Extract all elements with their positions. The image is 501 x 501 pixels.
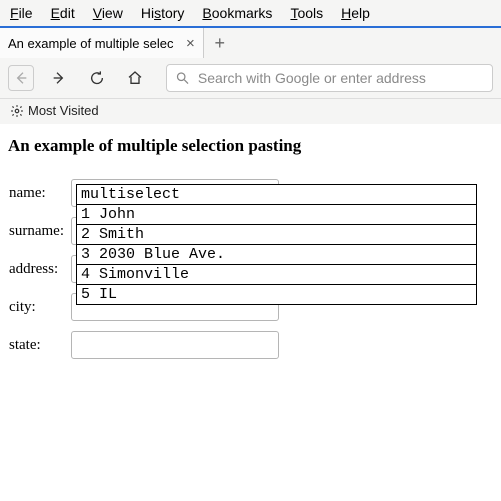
popup-header: multiselect: [77, 185, 476, 204]
menu-file[interactable]: File: [10, 5, 33, 21]
toolbar: [0, 58, 501, 99]
popup-row[interactable]: 4 Simonville: [77, 264, 476, 284]
menu-history[interactable]: History: [141, 5, 185, 21]
popup-row[interactable]: 2 Smith: [77, 224, 476, 244]
label-name: name:: [8, 178, 70, 208]
gear-icon: [10, 104, 24, 118]
tab-title: An example of multiple selec: [8, 36, 178, 51]
tab-strip: An example of multiple selec × +: [0, 26, 501, 58]
label-surname: surname:: [8, 216, 70, 246]
home-icon: [127, 70, 143, 86]
reload-button[interactable]: [84, 65, 110, 91]
arrow-right-icon: [51, 70, 67, 86]
most-visited-button[interactable]: Most Visited: [10, 103, 99, 118]
new-tab-button[interactable]: +: [204, 28, 236, 58]
back-button[interactable]: [8, 65, 34, 91]
arrow-left-icon: [13, 70, 29, 86]
most-visited-label: Most Visited: [28, 103, 99, 118]
url-bar[interactable]: [166, 64, 493, 92]
label-state: state:: [8, 330, 70, 360]
multiselect-popup: multiselect 1 John 2 Smith 3 2030 Blue A…: [76, 184, 477, 305]
menu-help[interactable]: Help: [341, 5, 370, 21]
popup-row[interactable]: 1 John: [77, 204, 476, 224]
menu-tools[interactable]: Tools: [290, 5, 323, 21]
forward-button[interactable]: [46, 65, 72, 91]
menubar: File Edit View History Bookmarks Tools H…: [0, 0, 501, 26]
menu-bookmarks[interactable]: Bookmarks: [202, 5, 272, 21]
menu-edit[interactable]: Edit: [51, 5, 75, 21]
close-icon[interactable]: ×: [186, 36, 195, 51]
plus-icon: +: [215, 33, 226, 54]
page-heading: An example of multiple selection pasting: [8, 136, 493, 156]
bookmarks-toolbar: Most Visited: [0, 99, 501, 124]
page-content: An example of multiple selection pasting…: [0, 124, 501, 376]
input-state[interactable]: [71, 331, 279, 359]
search-icon: [175, 70, 190, 86]
url-input[interactable]: [196, 69, 484, 87]
popup-row[interactable]: 5 IL: [77, 284, 476, 304]
label-address: address:: [8, 254, 70, 284]
menu-view[interactable]: View: [93, 5, 123, 21]
popup-row[interactable]: 3 2030 Blue Ave.: [77, 244, 476, 264]
label-city: city:: [8, 292, 70, 322]
tab-active[interactable]: An example of multiple selec ×: [0, 28, 204, 58]
reload-icon: [89, 70, 105, 86]
home-button[interactable]: [122, 65, 148, 91]
